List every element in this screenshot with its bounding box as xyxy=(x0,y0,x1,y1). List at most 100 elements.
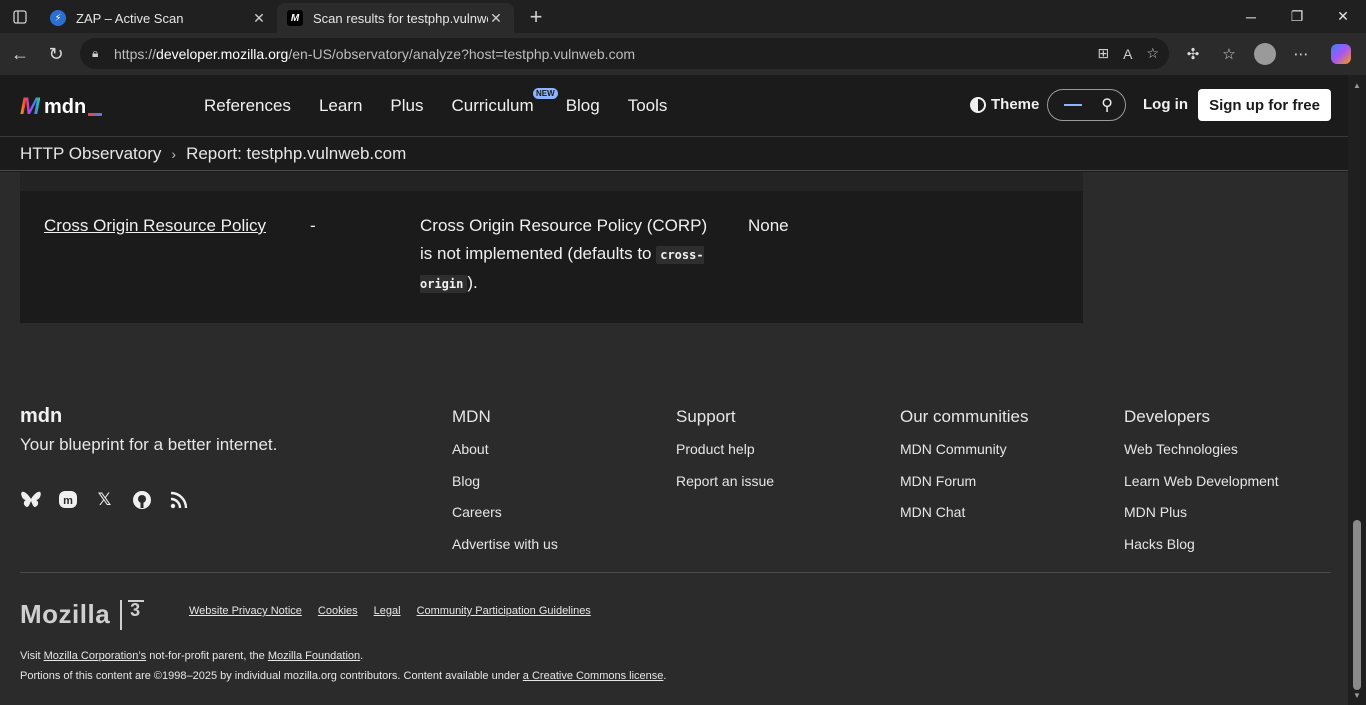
footer-link-mdn-chat[interactable]: MDN Chat xyxy=(900,504,1028,536)
new-tab-button[interactable]: + xyxy=(518,2,554,32)
signup-button[interactable]: Sign up for free xyxy=(1198,89,1331,121)
mdn-logo[interactable]: M mdn xyxy=(20,93,103,121)
footer-logo[interactable]: mdn xyxy=(20,405,62,428)
tab-title: ZAP – Active Scan xyxy=(76,10,184,26)
theme-switcher[interactable]: Theme xyxy=(970,96,1039,113)
app-available-icon[interactable]: ⊞ xyxy=(1097,45,1109,62)
back-button[interactable]: ← xyxy=(2,38,38,70)
footer-col-heading: Our communities xyxy=(900,407,1029,426)
x-twitter-icon[interactable]: 𝕏 xyxy=(94,489,115,510)
social-links: m 𝕏 xyxy=(20,489,189,510)
footer-link-careers[interactable]: Careers xyxy=(452,504,558,536)
mdn-favicon-icon: M xyxy=(287,10,303,26)
footer-link-hacks-blog[interactable]: Hacks Blog xyxy=(1124,536,1279,568)
url-prefix: https:// xyxy=(114,45,157,62)
toolbar-right: ✣ ☆ ⋯ xyxy=(1175,33,1351,75)
footer-col-heading: Support xyxy=(676,407,736,426)
community-guidelines-link[interactable]: Community Participation Guidelines xyxy=(417,605,591,617)
mozilla-logo[interactable]: Mozilla xyxy=(20,599,150,630)
close-window-icon[interactable]: ✕ xyxy=(1320,0,1366,33)
svg-text:m: m xyxy=(63,495,73,507)
restore-icon[interactable]: ❐ xyxy=(1274,0,1320,33)
mastodon-icon[interactable]: m xyxy=(57,489,78,510)
footer-link-web-technologies[interactable]: Web Technologies xyxy=(1124,441,1279,473)
tab-zap-active-scan[interactable]: ⚡ ZAP – Active Scan ✕ xyxy=(40,3,277,33)
breadcrumb: HTTP Observatory › Report: testphp.vulnw… xyxy=(0,138,1348,171)
search-input[interactable]: ⚲ xyxy=(1047,89,1126,121)
nav-curriculum[interactable]: Curriculum NEW xyxy=(452,88,558,116)
more-options-icon[interactable]: ⋯ xyxy=(1283,38,1319,70)
results-table: Cross Origin Resource Policy - Cross Ori… xyxy=(20,172,1083,323)
visit-notice: Visit Mozilla Corporation’s not-for-prof… xyxy=(20,650,363,662)
close-tab-icon[interactable]: ✕ xyxy=(251,10,267,27)
scrollbar-thumb[interactable] xyxy=(1353,520,1361,690)
favorite-star-icon[interactable]: ☆ xyxy=(1146,45,1159,62)
footer-col-heading: MDN xyxy=(452,407,491,426)
breadcrumb-current[interactable]: Report: testphp.vulnweb.com xyxy=(186,144,406,164)
footer: mdn Your blueprint for a better internet… xyxy=(0,371,1348,705)
recommendation-cell: None xyxy=(748,216,789,235)
favorites-icon[interactable]: ☆ xyxy=(1211,38,1247,70)
nav-plus[interactable]: Plus xyxy=(390,96,423,116)
creative-commons-link[interactable]: a Creative Commons license xyxy=(523,670,664,682)
scroll-up-icon[interactable]: ▲ xyxy=(1352,81,1362,90)
mozilla-wordmark: Mozilla xyxy=(20,599,111,629)
chevron-right-icon: › xyxy=(171,146,177,162)
nav-blog[interactable]: Blog xyxy=(566,96,600,116)
read-aloud-icon[interactable]: A xyxy=(1123,46,1132,62)
footer-col-mdn: MDN About Blog Careers Advertise with us xyxy=(452,407,558,567)
extensions-icon[interactable]: ✣ xyxy=(1175,38,1211,70)
footer-link-mdn-community[interactable]: MDN Community xyxy=(900,441,1028,473)
footer-link-product-help[interactable]: Product help xyxy=(676,441,774,473)
footer-tagline: Your blueprint for a better internet. xyxy=(20,435,278,454)
login-link[interactable]: Log in xyxy=(1143,96,1188,113)
test-name-link[interactable]: Cross Origin Resource Policy xyxy=(44,216,266,235)
tab-actions-icon[interactable] xyxy=(0,0,40,33)
logo-underscore xyxy=(88,112,103,116)
footer-link-mdn-forum[interactable]: MDN Forum xyxy=(900,473,1028,505)
tab-scan-results[interactable]: M Scan results for testphp.vulnweb.c ✕ xyxy=(277,3,514,33)
site-info-icon[interactable]: 🔒︎ xyxy=(92,46,106,61)
github-icon[interactable] xyxy=(131,489,152,510)
nav-learn[interactable]: Learn xyxy=(319,96,362,116)
privacy-notice-link[interactable]: Website Privacy Notice xyxy=(189,605,302,617)
nav-references[interactable]: References xyxy=(204,96,291,116)
rss-icon[interactable] xyxy=(168,489,189,510)
theme-icon xyxy=(970,96,986,113)
footer-link-learn-web-dev[interactable]: Learn Web Development xyxy=(1124,473,1279,505)
results-section: Cross Origin Resource Policy - Cross Ori… xyxy=(0,172,1348,372)
footer-link-advertise[interactable]: Advertise with us xyxy=(452,536,558,568)
footer-link-about[interactable]: About xyxy=(452,441,558,473)
mozilla-corporation-link[interactable]: Mozilla Corporation’s xyxy=(44,650,147,662)
search-icon[interactable]: ⚲ xyxy=(1101,95,1113,115)
page-viewport: M mdn References Learn Plus Curriculum NE… xyxy=(0,75,1348,705)
breadcrumb-root[interactable]: HTTP Observatory xyxy=(20,144,161,164)
footer-col-communities: Our communities MDN Community MDN Forum … xyxy=(900,407,1028,536)
address-bar[interactable]: 🔒︎ https://developer.mozilla.org/en-US/o… xyxy=(80,38,1169,69)
copyright-end: . xyxy=(663,670,667,682)
bluesky-icon[interactable] xyxy=(20,489,41,510)
footer-col-support: Support Product help Report an issue xyxy=(676,407,774,504)
copyright-text: Portions of this content are ©1998–2025 … xyxy=(20,670,523,682)
visit-text: . xyxy=(360,650,364,662)
window-controls: ─ ❐ ✕ xyxy=(1228,0,1366,33)
footer-link-blog[interactable]: Blog xyxy=(452,473,558,505)
nav-tools[interactable]: Tools xyxy=(628,96,668,116)
reload-button[interactable]: ↻ xyxy=(38,38,74,70)
copilot-icon[interactable] xyxy=(1331,44,1351,64)
previous-row-edge xyxy=(20,172,1083,191)
mozilla-foundation-link[interactable]: Mozilla Foundation xyxy=(268,650,360,662)
score-cell: - xyxy=(310,216,316,235)
browser-toolbar: ← ↻ 🔒︎ https://developer.mozilla.org/en-… xyxy=(0,33,1366,75)
page-scrollbar[interactable]: ▲ ▼ xyxy=(1348,75,1366,705)
profile-avatar[interactable] xyxy=(1254,43,1276,65)
close-tab-icon[interactable]: ✕ xyxy=(488,10,504,27)
minimize-icon[interactable]: ─ xyxy=(1228,0,1274,33)
legal-link[interactable]: Legal xyxy=(374,605,401,617)
new-badge: NEW xyxy=(533,88,558,99)
footer-link-mdn-plus[interactable]: MDN Plus xyxy=(1124,504,1279,536)
scroll-down-icon[interactable]: ▼ xyxy=(1352,691,1362,700)
mdn-logo-text: mdn xyxy=(44,95,87,118)
footer-link-report-issue[interactable]: Report an issue xyxy=(676,473,774,505)
cookies-link[interactable]: Cookies xyxy=(318,605,358,617)
